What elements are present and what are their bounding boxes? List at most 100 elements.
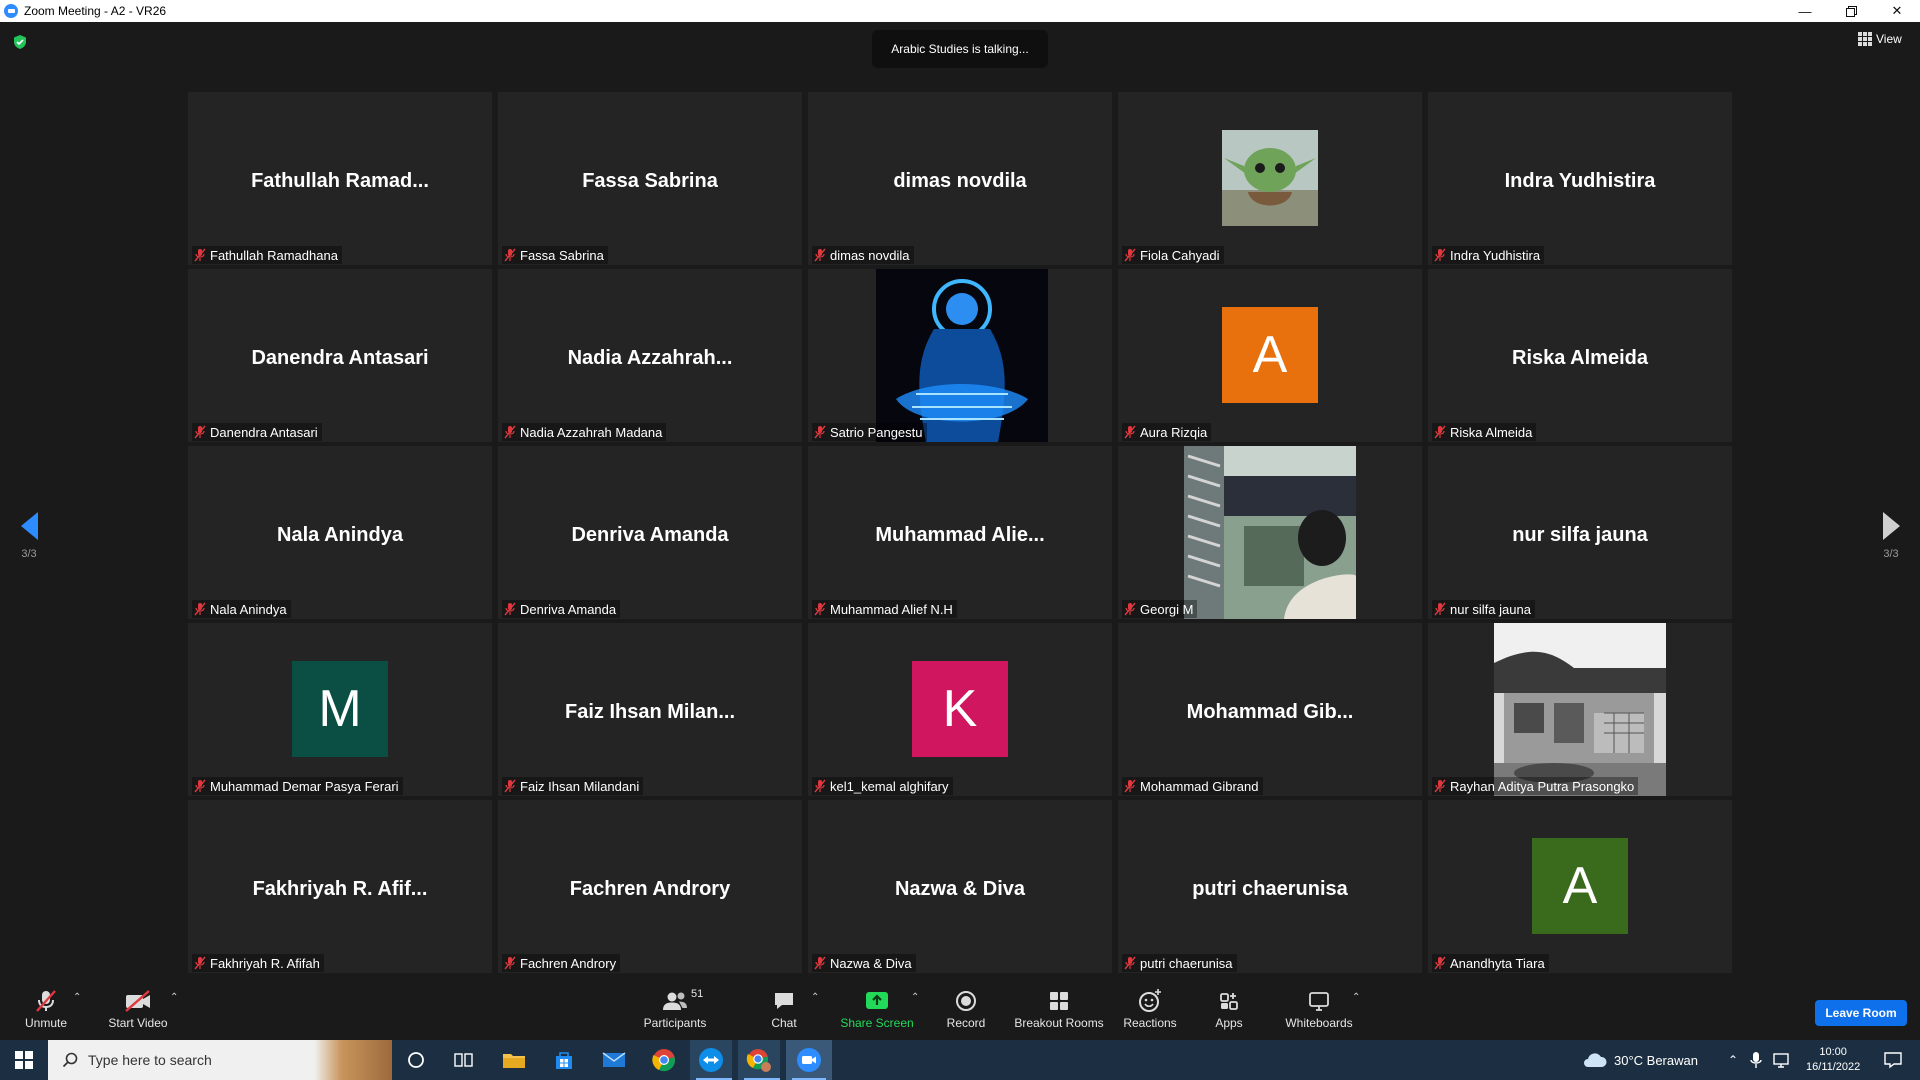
restore-button[interactable] bbox=[1828, 0, 1874, 22]
microphone-in-use-icon[interactable] bbox=[1750, 1051, 1762, 1069]
participant-tile[interactable]: Denriva Amanda Denriva Amanda bbox=[498, 446, 802, 619]
participant-tile[interactable]: nur silfa jauna nur silfa jauna bbox=[1428, 446, 1732, 619]
zoom-taskbar-button[interactable] bbox=[786, 1040, 832, 1080]
participant-tile[interactable]: Nazwa & Diva Nazwa & Diva bbox=[808, 800, 1112, 973]
participant-tile[interactable]: Fakhriyah R. Afif... Fakhriyah R. Afifah bbox=[188, 800, 492, 973]
task-view-icon bbox=[454, 1053, 473, 1067]
muted-icon bbox=[814, 248, 826, 262]
participant-tile[interactable]: Kkel1_kemal alghifary bbox=[808, 623, 1112, 796]
participant-name: Fakhriyah R. Afifah bbox=[210, 955, 320, 971]
teamviewer-taskbar-button[interactable] bbox=[690, 1040, 732, 1080]
cortana-button[interactable] bbox=[396, 1040, 436, 1080]
previous-page-button[interactable]: 3/3 bbox=[9, 512, 49, 560]
participant-tile[interactable]: Fassa Sabrina Fassa Sabrina bbox=[498, 92, 802, 265]
minimize-button[interactable]: — bbox=[1782, 0, 1828, 22]
record-button[interactable]: Record bbox=[945, 988, 987, 1030]
whiteboards-label: Whiteboards bbox=[1285, 1016, 1353, 1030]
breakout-rooms-button[interactable]: Breakout Rooms bbox=[1014, 988, 1104, 1030]
participant-tile[interactable]: Satrio Pangestu bbox=[808, 269, 1112, 442]
muted-icon bbox=[1434, 248, 1446, 262]
taskbar-search-box[interactable]: Type here to search bbox=[48, 1040, 392, 1080]
chat-button[interactable]: Chat bbox=[768, 988, 800, 1030]
participant-display-name: Fassa Sabrina bbox=[582, 170, 718, 192]
participant-tile[interactable]: Nadia Azzahrah... Nadia Azzahrah Madana bbox=[498, 269, 802, 442]
participant-tile[interactable]: putri chaerunisa putri chaerunisa bbox=[1118, 800, 1422, 973]
muted-icon bbox=[1434, 425, 1446, 439]
participant-name: putri chaerunisa bbox=[1140, 955, 1233, 971]
task-view-button[interactable] bbox=[444, 1040, 484, 1080]
notifications-icon[interactable] bbox=[1884, 1051, 1902, 1069]
participant-tile[interactable]: Riska Almeida Riska Almeida bbox=[1428, 269, 1732, 442]
participant-tile[interactable]: Danendra Antasari Danendra Antasari bbox=[188, 269, 492, 442]
leave-room-button[interactable]: Leave Room bbox=[1815, 1000, 1907, 1026]
participant-display-name: Nala Anindya bbox=[277, 524, 403, 546]
whiteboard-options-chevron-icon[interactable]: ⌃ bbox=[1352, 992, 1360, 1003]
participant-tile[interactable]: Mohammad Gib... Mohammad Gibrand bbox=[1118, 623, 1422, 796]
clock-date: 16/11/2022 bbox=[1806, 1061, 1861, 1073]
reactions-icon bbox=[1139, 989, 1161, 1012]
right-arrow-icon bbox=[1882, 512, 1900, 540]
chrome-profile-icon bbox=[746, 1049, 771, 1072]
participant-name: Danendra Antasari bbox=[210, 424, 318, 440]
close-window-button[interactable]: ✕ bbox=[1874, 0, 1920, 22]
cortana-circle-icon bbox=[408, 1052, 424, 1068]
participant-name-label: Nadia Azzahrah Madana bbox=[502, 423, 667, 441]
participant-tile[interactable]: Georgi M bbox=[1118, 446, 1422, 619]
reactions-button[interactable]: Reactions bbox=[1122, 988, 1178, 1030]
start-button[interactable] bbox=[0, 1040, 48, 1080]
participant-name: Fachren Androry bbox=[520, 955, 617, 971]
clock[interactable]: 10:00 16/11/2022 bbox=[1806, 1045, 1860, 1075]
participant-name: Nazwa & Diva bbox=[830, 955, 912, 971]
weather-text[interactable]: 30°C Berawan bbox=[1614, 1053, 1698, 1068]
search-highlight-image bbox=[314, 1040, 392, 1080]
share-options-chevron-icon[interactable]: ⌃ bbox=[911, 992, 919, 1003]
unmute-button[interactable]: Unmute bbox=[22, 988, 70, 1030]
file-explorer-taskbar-button[interactable] bbox=[494, 1040, 534, 1080]
participant-name-label: Fiola Cahyadi bbox=[1122, 246, 1224, 264]
participant-tile[interactable]: Rayhan Aditya Putra Prasongko bbox=[1428, 623, 1732, 796]
mail-taskbar-button[interactable] bbox=[594, 1040, 634, 1080]
participant-tile[interactable]: dimas novdila dimas novdila bbox=[808, 92, 1112, 265]
gallery-view-icon bbox=[1858, 32, 1872, 46]
apps-button[interactable]: Apps bbox=[1212, 988, 1246, 1030]
audio-options-chevron-icon[interactable]: ⌃ bbox=[73, 992, 81, 1003]
participant-tile[interactable]: Nala Anindya Nala Anindya bbox=[188, 446, 492, 619]
security-shield-icon[interactable] bbox=[12, 34, 28, 50]
view-button[interactable]: View bbox=[1858, 32, 1902, 46]
chat-options-chevron-icon[interactable]: ⌃ bbox=[811, 992, 819, 1003]
next-page-button[interactable]: 3/3 bbox=[1871, 512, 1911, 560]
muted-icon bbox=[504, 248, 516, 262]
muted-microphone-icon bbox=[36, 990, 56, 1012]
participant-display-name: Danendra Antasari bbox=[251, 347, 429, 369]
share-screen-button[interactable]: Share Screen bbox=[840, 988, 914, 1030]
participant-tile[interactable]: A Aura Rizqia bbox=[1118, 269, 1422, 442]
participants-button[interactable]: 51 Participants bbox=[641, 988, 709, 1030]
start-video-label: Start Video bbox=[108, 1016, 168, 1030]
muted-icon bbox=[814, 602, 826, 616]
chrome-profile-taskbar-button[interactable] bbox=[738, 1040, 780, 1080]
apps-icon bbox=[1220, 993, 1238, 1010]
record-label: Record bbox=[946, 1016, 986, 1030]
participant-name: Fassa Sabrina bbox=[520, 247, 604, 263]
participant-tile[interactable]: A Anandhyta Tiara bbox=[1428, 800, 1732, 973]
chrome-taskbar-button[interactable] bbox=[644, 1040, 684, 1080]
participant-tile[interactable]: M Muhammad Demar Pasya Ferari bbox=[188, 623, 492, 796]
participant-display-name: dimas novdila bbox=[893, 170, 1027, 192]
participant-tile[interactable]: Fathullah Ramad... Fathullah Ramadhana bbox=[188, 92, 492, 265]
show-hidden-icons-chevron-icon[interactable]: ⌃ bbox=[1728, 1053, 1738, 1067]
participant-tile[interactable]: Indra Yudhistira Indra Yudhistira bbox=[1428, 92, 1732, 265]
store-taskbar-button[interactable] bbox=[544, 1040, 584, 1080]
participant-tile[interactable]: Muhammad Alie... Muhammad Alief N.H bbox=[808, 446, 1112, 619]
video-options-chevron-icon[interactable]: ⌃ bbox=[170, 992, 178, 1003]
participant-tile[interactable]: Fiola Cahyadi bbox=[1118, 92, 1422, 265]
whiteboards-button[interactable]: Whiteboards bbox=[1284, 988, 1354, 1030]
participant-tile[interactable]: Fachren Androry Fachren Androry bbox=[498, 800, 802, 973]
start-video-button[interactable]: Start Video bbox=[106, 988, 170, 1030]
network-icon[interactable] bbox=[1772, 1051, 1792, 1069]
meeting-area: Arabic Studies is talking... View 3/3 3/… bbox=[0, 22, 1920, 980]
participant-name: Rayhan Aditya Putra Prasongko bbox=[1450, 778, 1635, 794]
muted-icon bbox=[504, 779, 516, 793]
participant-tile[interactable]: Faiz Ihsan Milan... Faiz Ihsan Milandani bbox=[498, 623, 802, 796]
breakout-rooms-icon bbox=[1050, 992, 1068, 1010]
participant-name-label: putri chaerunisa bbox=[1122, 954, 1237, 972]
